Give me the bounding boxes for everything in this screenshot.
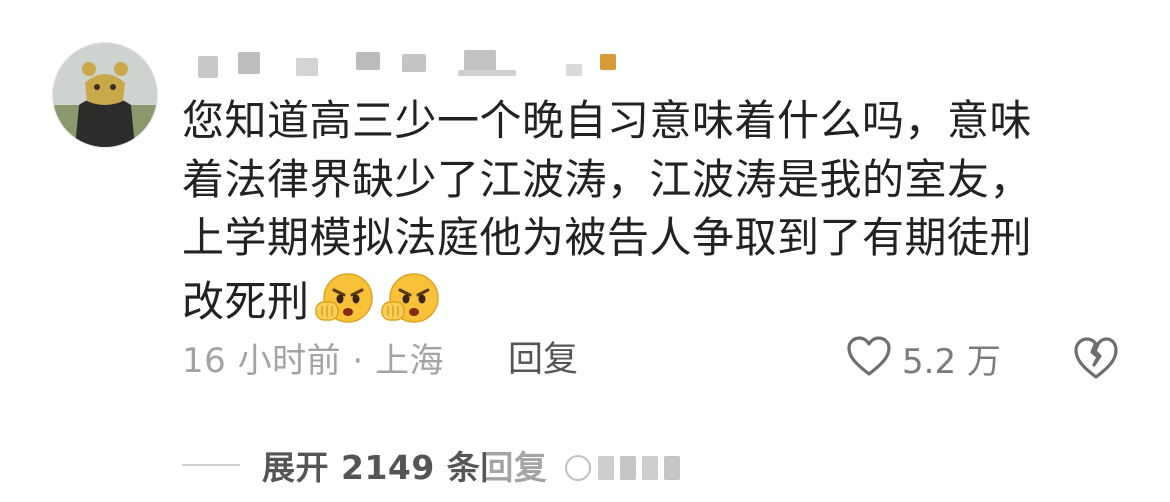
comment-line-last: 改死刑 xyxy=(182,268,1142,332)
comment-line: 您知道高三少一个晚自习意味着什么吗，意味 xyxy=(182,96,1033,145)
like-count: 5.2 万 xyxy=(902,341,1001,382)
reply-button[interactable]: 回复 xyxy=(508,331,578,382)
angry-fist-emoji xyxy=(314,268,376,328)
time-location: 16 小时前 · 上海 xyxy=(182,341,444,381)
comment-text: 您知道高三少一个晚自习意味着什么吗，意味 着法律界缺少了江波涛，江波涛是我的室友… xyxy=(182,92,1142,331)
avatar[interactable] xyxy=(52,42,158,148)
comment-line: 着法律界缺少了江波涛，江波涛是我的室友， xyxy=(182,154,1033,204)
username-redacted[interactable] xyxy=(196,50,636,78)
comment-line: 上学期模拟法庭他为被告人争取到了有期徒刑 xyxy=(182,213,1033,262)
heart-outline-icon xyxy=(846,335,892,381)
angry-fist-emoji xyxy=(380,268,442,328)
watermark xyxy=(486,448,696,488)
divider xyxy=(182,464,240,466)
comment-line: 改死刑 xyxy=(182,276,310,326)
comment-card: 您知道高三少一个晚自习意味着什么吗，意味 着法律界缺少了江波涛，江波涛是我的室友… xyxy=(0,0,1170,502)
like-button[interactable]: 5.2 万 xyxy=(846,330,1001,386)
broken-heart-icon[interactable] xyxy=(1072,334,1120,382)
